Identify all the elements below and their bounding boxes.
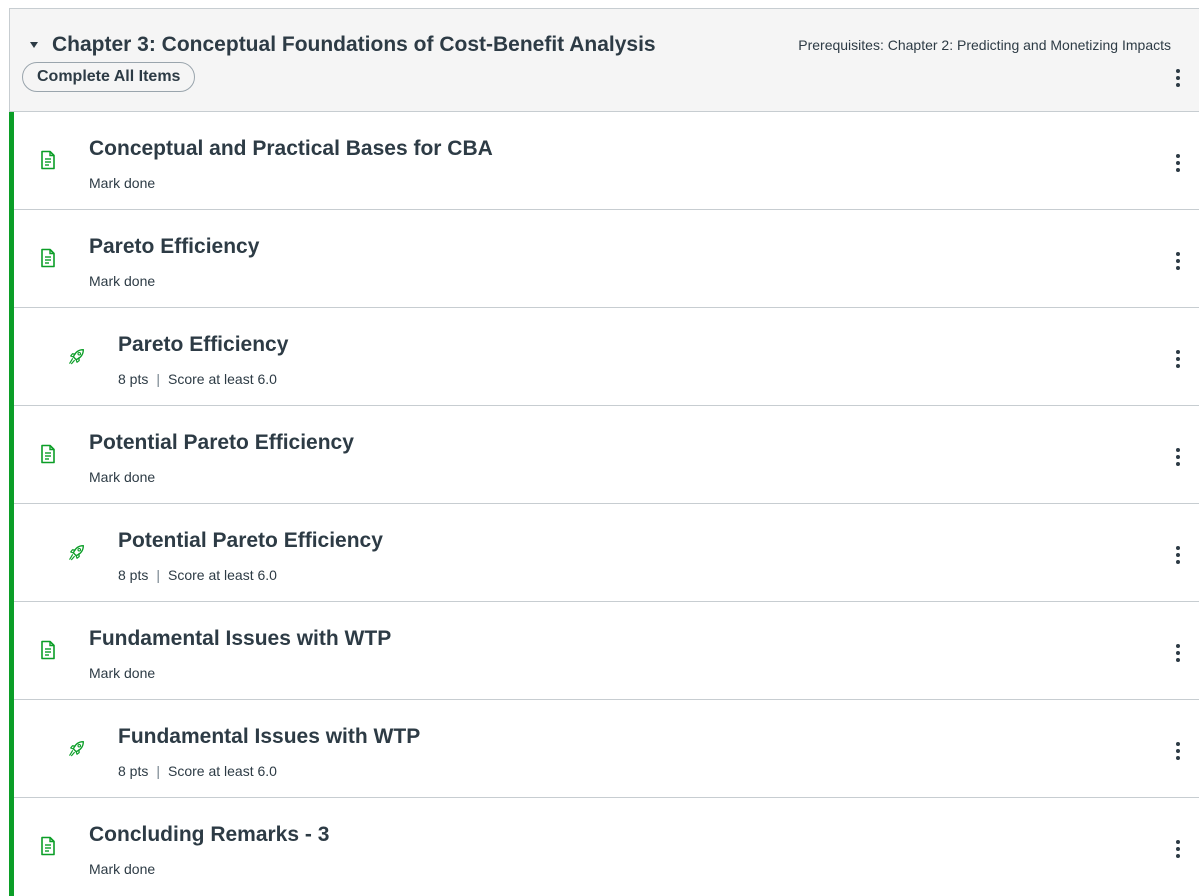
item-options-kebab-icon[interactable] bbox=[1173, 152, 1183, 178]
collapse-caret-icon[interactable] bbox=[30, 42, 38, 48]
quiz-requirements: 8 pts | Score at least 6.0 bbox=[118, 763, 277, 779]
item-title[interactable]: Conceptual and Practical Bases for CBA bbox=[89, 137, 493, 161]
points: 8 pts bbox=[118, 371, 149, 387]
page-icon bbox=[41, 444, 55, 464]
module-item[interactable]: Potential Pareto Efficiency 8 pts | Score … bbox=[14, 504, 1199, 602]
item-title[interactable]: Pareto Efficiency bbox=[118, 333, 288, 357]
mark-done-status[interactable]: Mark done bbox=[89, 861, 155, 877]
requirement: Score at least 6.0 bbox=[168, 567, 277, 583]
quiz-requirements: 8 pts | Score at least 6.0 bbox=[118, 567, 277, 583]
item-options-kebab-icon[interactable] bbox=[1173, 838, 1183, 864]
page-icon bbox=[41, 150, 55, 170]
page-icon bbox=[41, 248, 55, 268]
item-title[interactable]: Potential Pareto Efficiency bbox=[89, 431, 354, 455]
quiz-rocket-icon bbox=[69, 741, 84, 757]
item-title[interactable]: Pareto Efficiency bbox=[89, 235, 259, 259]
module-container: Chapter 3: Conceptual Foundations of Cos… bbox=[9, 8, 1199, 896]
item-options-kebab-icon[interactable] bbox=[1173, 544, 1183, 570]
requirement: Score at least 6.0 bbox=[168, 763, 277, 779]
quiz-requirements: 8 pts | Score at least 6.0 bbox=[118, 371, 277, 387]
module-header[interactable]: Chapter 3: Conceptual Foundations of Cos… bbox=[10, 9, 1199, 112]
module-title[interactable]: Chapter 3: Conceptual Foundations of Cos… bbox=[52, 33, 656, 57]
requirement: Score at least 6.0 bbox=[168, 371, 277, 387]
item-title[interactable]: Concluding Remarks - 3 bbox=[89, 823, 329, 847]
mark-done-status[interactable]: Mark done bbox=[89, 273, 155, 289]
item-options-kebab-icon[interactable] bbox=[1173, 250, 1183, 276]
mark-done-status[interactable]: Mark done bbox=[89, 469, 155, 485]
module-options-kebab-icon[interactable] bbox=[1173, 67, 1183, 93]
page-icon bbox=[41, 836, 55, 856]
item-title[interactable]: Fundamental Issues with WTP bbox=[118, 725, 420, 749]
points: 8 pts bbox=[118, 763, 149, 779]
quiz-rocket-icon bbox=[69, 545, 84, 561]
module-item[interactable]: Pareto Efficiency Mark done bbox=[14, 210, 1199, 308]
module-item[interactable]: Fundamental Issues with WTP 8 pts | Score … bbox=[14, 700, 1199, 798]
item-options-kebab-icon[interactable] bbox=[1173, 348, 1183, 374]
separator: | bbox=[156, 763, 160, 779]
item-title[interactable]: Potential Pareto Efficiency bbox=[118, 529, 383, 553]
module-item[interactable]: Fundamental Issues with WTP Mark done bbox=[14, 602, 1199, 700]
item-options-kebab-icon[interactable] bbox=[1173, 740, 1183, 766]
module-items-list: Conceptual and Practical Bases for CBA M… bbox=[9, 112, 1199, 896]
page-icon bbox=[41, 640, 55, 660]
quiz-rocket-icon bbox=[69, 349, 84, 365]
separator: | bbox=[156, 371, 160, 387]
mark-done-status[interactable]: Mark done bbox=[89, 175, 155, 191]
module-item[interactable]: Potential Pareto Efficiency Mark done bbox=[14, 406, 1199, 504]
mark-done-status[interactable]: Mark done bbox=[89, 665, 155, 681]
module-item[interactable]: Pareto Efficiency 8 pts | Score at least 6… bbox=[14, 308, 1199, 406]
item-options-kebab-icon[interactable] bbox=[1173, 642, 1183, 668]
module-item[interactable]: Conceptual and Practical Bases for CBA M… bbox=[14, 112, 1199, 210]
item-title[interactable]: Fundamental Issues with WTP bbox=[89, 627, 391, 651]
item-options-kebab-icon[interactable] bbox=[1173, 446, 1183, 472]
separator: | bbox=[156, 567, 160, 583]
module-item[interactable]: Concluding Remarks - 3 Mark done bbox=[14, 798, 1199, 896]
complete-all-items-button[interactable]: Complete All Items bbox=[22, 62, 196, 92]
module-prerequisites: Prerequisites: Chapter 2: Predicting and… bbox=[798, 37, 1171, 53]
points: 8 pts bbox=[118, 567, 149, 583]
